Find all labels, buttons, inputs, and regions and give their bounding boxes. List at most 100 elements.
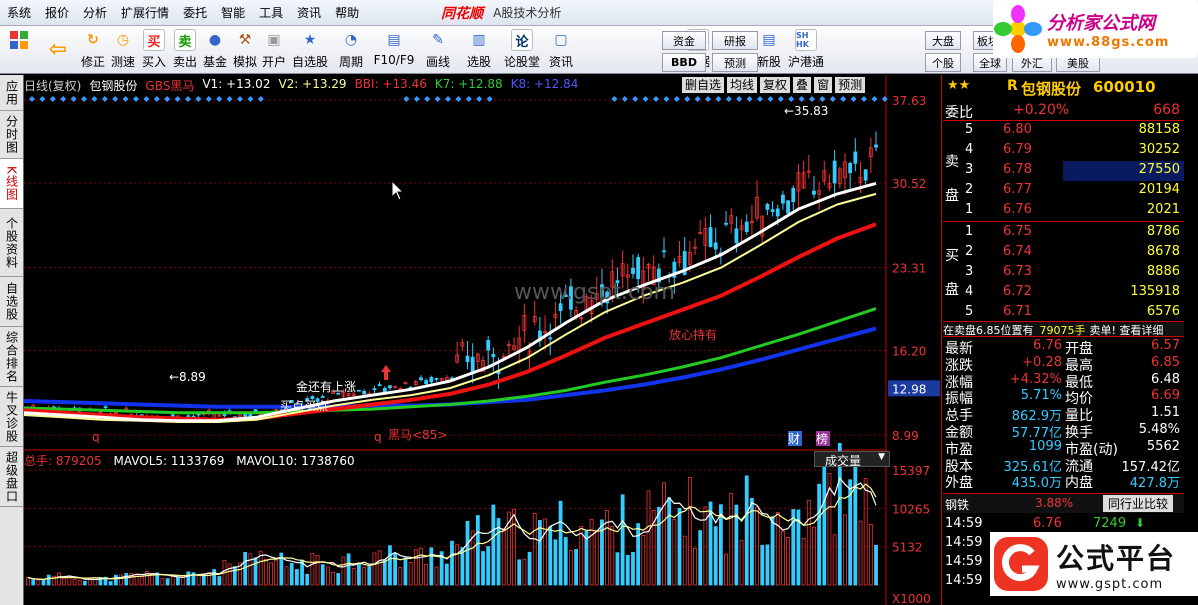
- left-tab-3[interactable]: 个股资料: [0, 209, 23, 277]
- toolbar-back-arrow-button[interactable]: ⇦: [38, 26, 78, 74]
- buy-level-row[interactable]: 4 6.72 135918: [943, 283, 1184, 303]
- candle-body: [863, 169, 868, 181]
- notice-detail-link[interactable]: 卖单! 查看详细: [1090, 324, 1164, 336]
- buy-volume: 135918: [1130, 284, 1180, 299]
- buy-level-row[interactable]: 2 6.74 8678: [943, 243, 1184, 263]
- volume-bar: [863, 477, 868, 586]
- toolbar-fund-button[interactable]: ● 基金: [200, 26, 230, 74]
- signal-diamond: [840, 96, 847, 102]
- menu-system[interactable]: 系统: [0, 4, 38, 21]
- toolbar-news-button[interactable]: ▢ 资讯: [544, 26, 578, 74]
- signal-diamond: [205, 96, 212, 102]
- up-arrow-signal-icon: [381, 365, 391, 380]
- dapan-button[interactable]: 大盘: [925, 31, 961, 50]
- period-icon: ◔: [344, 32, 358, 48]
- toolbar-clock-button[interactable]: ◷ 测速: [108, 26, 138, 74]
- sell-level-row[interactable]: 3 6.78 27550: [965, 161, 1184, 181]
- volume-bar: [801, 537, 806, 586]
- buy-level-row[interactable]: 3 6.73 8886: [943, 263, 1184, 283]
- menu-quote[interactable]: 报价: [38, 4, 76, 21]
- menu-analysis[interactable]: 分析: [76, 4, 114, 21]
- volume-bar: [388, 545, 392, 586]
- heima-annotation: 黑马<85>: [388, 428, 447, 442]
- volume-bar: [729, 492, 734, 586]
- signal-diamond: [122, 96, 129, 102]
- flower-logo-icon: [994, 5, 1042, 53]
- toolbar-select-stock-button[interactable]: ▥ 选股: [458, 26, 500, 74]
- yuce-button[interactable]: 预测: [712, 53, 758, 72]
- volume-bar: [610, 526, 615, 586]
- toolbar-pen-button[interactable]: ✎ 画线: [418, 26, 458, 74]
- bang-badge[interactable]: 榜: [816, 431, 828, 446]
- volume-bar: [372, 552, 377, 586]
- current-price-tag-label: 12.98: [892, 382, 926, 396]
- volume-bar: [284, 566, 289, 586]
- toolbar-refresh-button[interactable]: ↻ 修正: [78, 26, 108, 74]
- menu-news[interactable]: 资讯: [290, 4, 328, 21]
- volume-bar: [491, 504, 496, 586]
- cai-badge[interactable]: 财: [788, 432, 800, 446]
- toolbar-forum-button[interactable]: 论论股堂: [500, 26, 544, 74]
- toolbar-star-button[interactable]: ★ 自选股: [288, 26, 332, 74]
- chart-btn-1[interactable]: 均线: [727, 77, 758, 93]
- toolbar-buy-button[interactable]: 买买入: [138, 26, 170, 74]
- volume-bar: [274, 559, 279, 586]
- buy-level-row[interactable]: 1 6.75 8786: [943, 223, 1184, 243]
- chart-btn-3[interactable]: 叠: [793, 77, 812, 93]
- candle-body: [786, 200, 790, 214]
- menu-extended[interactable]: 扩展行情: [114, 4, 176, 21]
- bbd-button[interactable]: BBD: [662, 53, 706, 72]
- toolbar-hammer-button[interactable]: ⚒ 模拟: [230, 26, 260, 74]
- watermark2-url: www.gspt.com: [1056, 576, 1164, 592]
- toolbar-lock-button[interactable]: ▣ 开户: [260, 26, 288, 74]
- menu-trade[interactable]: 委托: [176, 4, 214, 21]
- toolbar-sell-button[interactable]: 卖卖出: [170, 26, 200, 74]
- left-tab-1[interactable]: 分时图: [0, 111, 23, 159]
- industry-compare-button[interactable]: 同行业比较: [1103, 495, 1174, 512]
- sell-volume: 27550: [1138, 162, 1180, 177]
- toolbar-hk-button[interactable]: SH HK 沪港通: [786, 26, 826, 74]
- signal-diamond: [725, 96, 732, 102]
- volume-bar: [41, 579, 46, 586]
- menu-smart[interactable]: 智能: [214, 4, 252, 21]
- left-tab-5[interactable]: 综合排名: [0, 327, 23, 387]
- menu-help[interactable]: 帮助: [328, 4, 366, 21]
- volume-bar: [346, 553, 351, 586]
- sell-level-row[interactable]: 2 6.77 20194: [943, 181, 1184, 201]
- favorite-star-icon[interactable]: ★★: [947, 78, 970, 93]
- sell-level-row[interactable]: 5 6.80 88158: [943, 121, 1184, 141]
- volume-tick-label: 10265: [892, 502, 930, 516]
- stat-value: 6.69: [1151, 388, 1180, 404]
- menu-tools[interactable]: 工具: [252, 4, 290, 21]
- refresh-icon: ↻: [87, 32, 99, 48]
- candle-body: [744, 221, 749, 232]
- left-tab-2[interactable]: K线图: [0, 159, 23, 209]
- period-label[interactable]: 日线(复权): [24, 77, 81, 93]
- candle-body: [382, 388, 387, 393]
- chart-btn-2[interactable]: 复权: [760, 77, 791, 93]
- toolbar-grid-button[interactable]: [0, 26, 38, 74]
- kline-chart-area[interactable]: 37.63 30.52 23.31 16.20 8.99 12.98 ←35.83 ←8.89…: [24, 75, 942, 605]
- left-tab-0[interactable]: 应用: [0, 75, 23, 111]
- large-order-notice[interactable]: 在卖盘6.85位置有 79075手 卖单! 查看详细: [943, 321, 1184, 337]
- sell-level-row[interactable]: 1 6.76 2021: [943, 201, 1184, 221]
- buy-volume: 8678: [1146, 244, 1180, 259]
- buy-level-row[interactable]: 5 6.71 6576: [943, 303, 1184, 323]
- chart-btn-0[interactable]: 删自选: [682, 77, 725, 93]
- candle-body: [388, 385, 392, 389]
- left-tab-6[interactable]: 牛叉诊股: [0, 387, 23, 447]
- sell-level-row[interactable]: 4 6.79 30252: [943, 141, 1184, 161]
- yanbao-button[interactable]: 研报: [712, 31, 758, 50]
- toolbar-f10-button[interactable]: ▤ F10/F9: [370, 26, 418, 74]
- high-mark-label: ←35.83: [784, 104, 828, 118]
- left-tab-4[interactable]: 自选股: [0, 277, 23, 327]
- left-tab-7[interactable]: 超级盘口: [0, 447, 23, 507]
- gegu-button[interactable]: 个股: [925, 53, 961, 72]
- volume-selector[interactable]: 成交量 ▼: [814, 451, 890, 468]
- toolbar-period-button[interactable]: ◔ 周期: [332, 26, 370, 74]
- chart-btn-5[interactable]: 预测: [835, 77, 866, 93]
- signal-diamond: [684, 96, 691, 102]
- chart-btn-4[interactable]: 窗: [814, 77, 833, 93]
- indicator-label[interactable]: GBS黑马: [145, 77, 194, 93]
- zijin-button[interactable]: 资金: [662, 31, 706, 50]
